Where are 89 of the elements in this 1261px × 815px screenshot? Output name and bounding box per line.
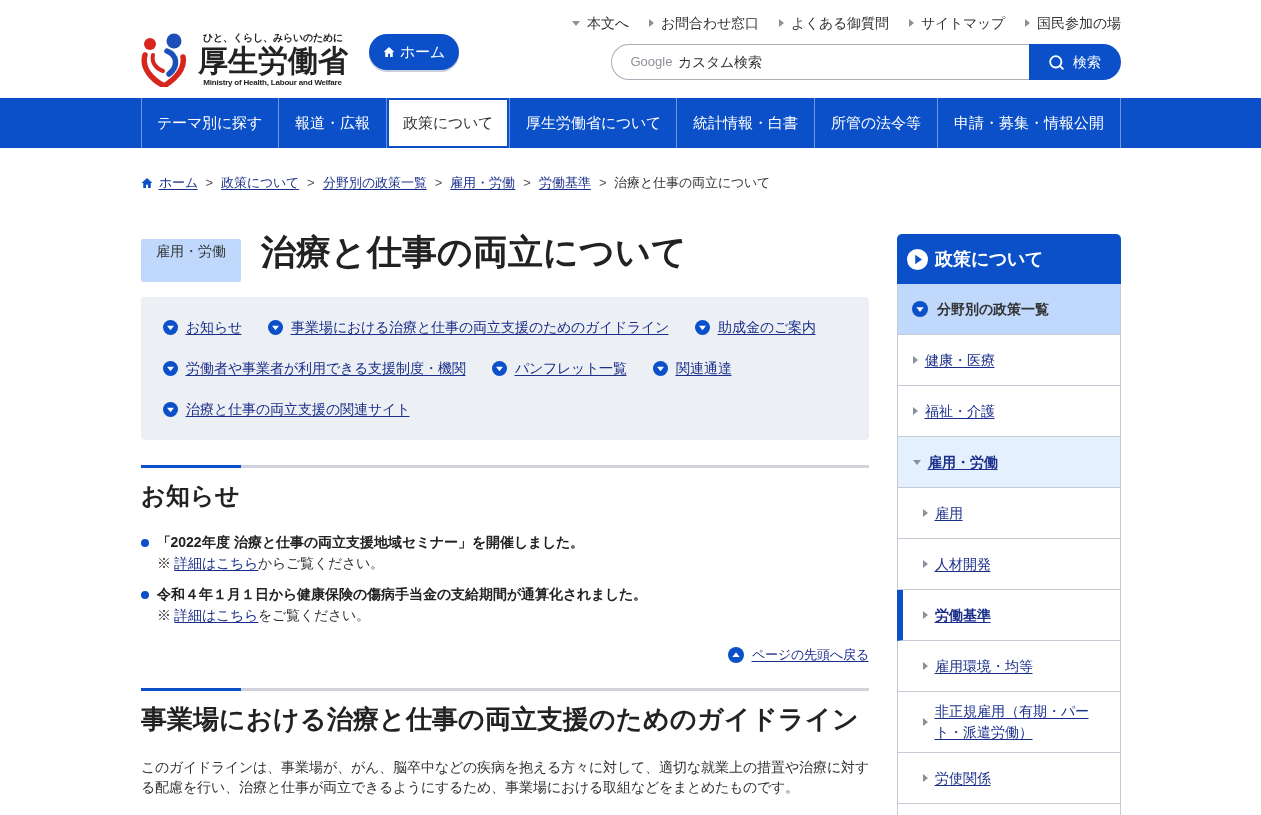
circle-right-icon	[906, 248, 928, 270]
utility-link[interactable]: 国民参加の場	[1024, 12, 1121, 34]
breadcrumb-separator: >	[307, 174, 315, 192]
sidebar-subitem[interactable]: 労働基準	[896, 590, 1121, 641]
nav-tab[interactable]: 報道・広報	[279, 98, 387, 148]
caret-right-icon	[912, 407, 918, 415]
caret-right-icon	[922, 611, 928, 619]
utility-link[interactable]: お問合わせ窓口	[648, 12, 759, 34]
logo-title: 厚生労働省	[197, 44, 348, 78]
nav-tab[interactable]: 所管の法令等	[815, 98, 938, 148]
sidebar-subitem[interactable]: 労使関係	[896, 753, 1121, 804]
home-icon	[140, 177, 153, 189]
details-link[interactable]: 詳細はこちら	[174, 607, 259, 623]
caret-down-icon	[571, 20, 580, 26]
caret-down-icon	[912, 459, 921, 465]
sidebar-item[interactable]: 福祉・介護	[896, 386, 1121, 437]
circle-down-icon	[652, 361, 668, 376]
nav-tab[interactable]: 厚生労働省について	[509, 98, 678, 148]
breadcrumb-separator: >	[598, 174, 607, 192]
logo-subtitle: Ministry of Health, Labour and Welfare	[203, 78, 342, 88]
category-tag: 雇用・労働	[140, 239, 241, 282]
home-icon	[382, 46, 395, 58]
sidebar-subitem[interactable]: 人材開発	[896, 539, 1121, 590]
home-button[interactable]: ホーム	[368, 34, 459, 70]
breadcrumb-link[interactable]: 労働基準	[538, 174, 591, 192]
circle-down-icon	[162, 402, 178, 417]
anchor-link[interactable]: パンフレット一覧	[491, 348, 627, 389]
circle-down-icon	[491, 361, 507, 376]
logo-tagline: ひと、くらし、みらいのために	[202, 32, 343, 44]
sidebar-section[interactable]: 分野別の政策一覧	[896, 284, 1121, 335]
bullet-icon	[140, 591, 149, 599]
notice-title: 「2022年度 治療と仕事の両立支援地域セミナー」を開催しました。	[156, 533, 584, 552]
circle-down-icon	[267, 320, 283, 335]
breadcrumb-current: 治療と仕事の両立について	[614, 174, 771, 192]
anchor-link[interactable]: お知らせ	[162, 307, 242, 348]
utility-link[interactable]: よくある御質問	[778, 12, 889, 34]
circle-down-icon	[162, 361, 178, 376]
details-link[interactable]: 詳細はこちら	[174, 555, 259, 571]
notice-title: 令和４年１月１日から健康保険の傷病手当金の支給期間が通算化されました。	[156, 585, 647, 604]
sidebar-subitem[interactable]: 非正規雇用（有期・パート・派遣労働）	[896, 692, 1121, 753]
search-icon	[1048, 53, 1065, 71]
back-to-top-link[interactable]: ページの先頭へ戻る	[727, 645, 869, 665]
utility-link[interactable]: サイトマップ	[908, 12, 1005, 34]
caret-right-icon	[778, 19, 784, 27]
sidebar-item[interactable]: 雇用・労働	[896, 437, 1121, 488]
caret-right-icon	[922, 560, 928, 568]
sidebar-subitem[interactable]: 雇用環境・均等	[896, 641, 1121, 692]
breadcrumb-link[interactable]: 分野別の政策一覧	[322, 174, 427, 192]
breadcrumb-separator: >	[434, 174, 443, 192]
caret-right-icon	[922, 509, 928, 517]
caret-right-icon	[648, 19, 654, 27]
circle-up-icon	[727, 647, 744, 663]
breadcrumb-link[interactable]: 政策について	[221, 174, 300, 192]
sidebar-subitem[interactable]: 雇用	[896, 488, 1121, 539]
circle-down-icon	[911, 301, 928, 317]
caret-right-icon	[912, 356, 918, 364]
caret-right-icon	[908, 19, 914, 27]
notice-note: ※ 詳細はこちら をご覧ください。	[156, 606, 372, 625]
anchor-link[interactable]: 治療と仕事の両立支援の関連サイト	[162, 389, 410, 430]
page-title: 治療と仕事の両立について	[260, 232, 687, 272]
section-heading: お知らせ	[140, 481, 241, 511]
nav-tab[interactable]: 申請・募集・情報公開	[937, 98, 1121, 148]
section-heading: 事業場における治療と仕事の両立支援のためのガイドライン	[140, 703, 860, 736]
search-button[interactable]: 検索	[1028, 44, 1121, 80]
bullet-icon	[140, 539, 149, 547]
anchor-link[interactable]: 労働者や事業者が利用できる支援制度・機関	[162, 348, 466, 389]
logo-icon	[140, 33, 187, 87]
anchor-link[interactable]: 関連通達	[652, 348, 732, 389]
nav-tab[interactable]: 政策について	[386, 98, 510, 148]
breadcrumb-link[interactable]: ホーム	[140, 174, 198, 192]
notice-note: ※ 詳細はこちらからご覧ください。	[156, 554, 386, 573]
section-paragraph: このガイドラインは、事業場が、がん、脳卒中などの疾病を抱える方々に対して、適切な就業上の措置や治療に対する配慮を行い、治療と仕事が両立できるようにするため、事業場における取組などをまとめたものです。	[140, 758, 869, 797]
caret-right-icon	[1024, 19, 1030, 27]
breadcrumb-separator: >	[523, 174, 531, 192]
caret-right-icon	[922, 718, 928, 726]
sidebar-item[interactable]: 健康・医療	[896, 335, 1121, 386]
caret-right-icon	[922, 662, 928, 670]
nav-tab[interactable]: テーマ別に探す	[141, 98, 280, 148]
caret-right-icon	[922, 774, 928, 782]
breadcrumb-separator: >	[205, 174, 214, 192]
nav-tab[interactable]: 統計情報・白書	[677, 98, 816, 148]
circle-down-icon	[694, 320, 710, 335]
utility-link[interactable]: 本文へ	[571, 12, 629, 34]
breadcrumb-link[interactable]: 雇用・労働	[450, 174, 516, 192]
sidebar-title: 政策について	[934, 247, 1043, 271]
anchor-link[interactable]: 助成金のご案内	[694, 307, 816, 348]
anchor-link[interactable]: 事業場における治療と仕事の両立支援のためのガイドライン	[267, 307, 669, 348]
search-brand-label: Google	[630, 53, 673, 71]
circle-down-icon	[162, 320, 178, 335]
